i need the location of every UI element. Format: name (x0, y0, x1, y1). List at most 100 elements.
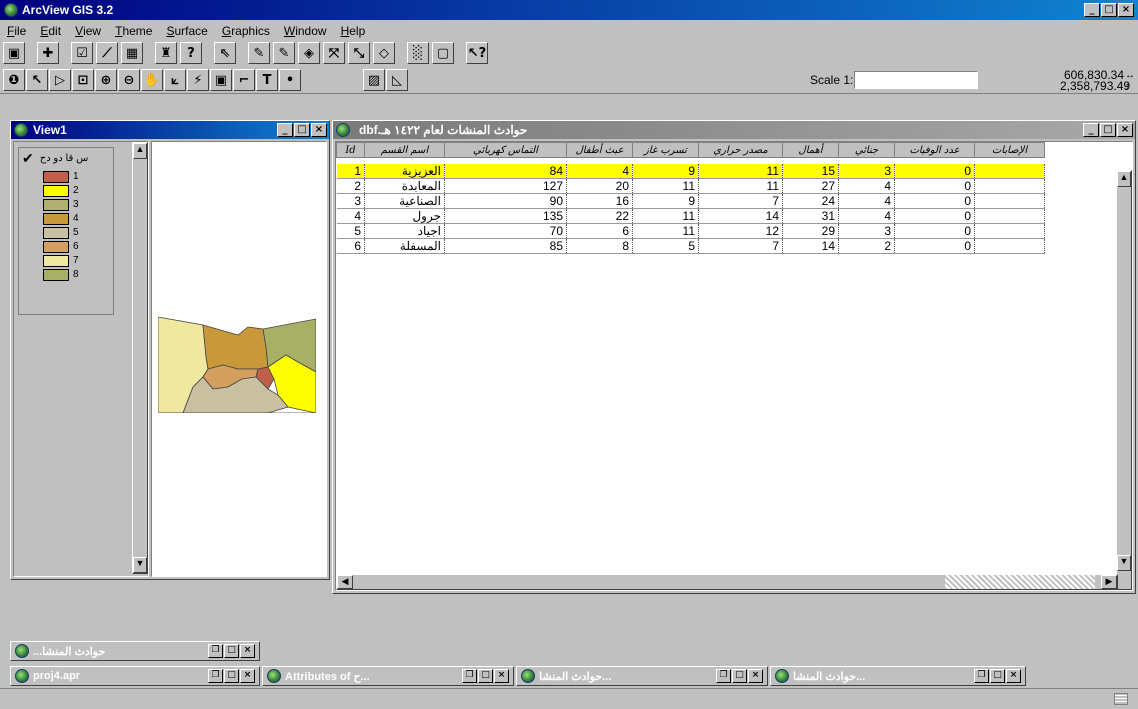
table-cell[interactable]: العزيزية (364, 163, 445, 179)
legend-entry[interactable]: 8 (43, 268, 113, 281)
toc-scroll-up-button[interactable]: ▲ (133, 143, 147, 159)
zoom-out-tool[interactable]: ⊖ (118, 69, 140, 91)
theme-entry[interactable]: ✔ س قا دو دح 1 2 3 4 5 6 7 8 (18, 147, 114, 315)
close-button[interactable]: × (494, 669, 509, 683)
maximize-button[interactable]: □ (1101, 3, 1117, 17)
minimized-close-button[interactable]: × (240, 644, 255, 658)
hatch-tool[interactable]: ▨ (363, 69, 385, 91)
table-cell[interactable]: 2 (336, 178, 365, 194)
table-cell[interactable]: 11 (632, 223, 699, 239)
table-cell[interactable] (974, 208, 1045, 224)
table-cell[interactable]: 85 (444, 238, 567, 254)
table-cell[interactable]: 14 (698, 208, 783, 224)
legend-entry[interactable]: 4 (43, 212, 113, 225)
table-cell[interactable]: 12 (698, 223, 783, 239)
minimized-window-tab[interactable]: حوادث المنشا... ❐ □ × (516, 666, 768, 686)
table-cell[interactable]: 0 (894, 208, 975, 224)
table-cell[interactable]: 6 (566, 223, 633, 239)
column-header[interactable]: اسم القسم (364, 142, 445, 158)
table-cell[interactable]: 70 (444, 223, 567, 239)
edit-legend-button[interactable]: ⟋ (96, 42, 118, 64)
table-cell[interactable]: 3 (336, 193, 365, 209)
table-cell[interactable]: 7 (698, 193, 783, 209)
table-scroll-up-button[interactable]: ▲ (1117, 171, 1131, 187)
menu-item-help[interactable]: Help (334, 22, 373, 38)
menu-item-surface[interactable]: Surface (159, 22, 214, 38)
locate-button[interactable]: ? (180, 42, 202, 64)
table-cell[interactable]: 11 (632, 208, 699, 224)
zoom-out-button[interactable]: ▢ (432, 42, 454, 64)
table-cell[interactable]: اجياد (364, 223, 445, 239)
table-cell[interactable]: 4 (838, 208, 895, 224)
table-cell[interactable]: 24 (782, 193, 839, 209)
close-button[interactable]: × (1118, 3, 1134, 17)
minimized-window-tab[interactable]: proj4.apr ❐ □ × (10, 666, 260, 686)
column-header[interactable]: Id (336, 142, 365, 158)
minimized-window-tab[interactable]: Attributes of ح... ❐ □ × (262, 666, 514, 686)
table-horizontal-scrollbar[interactable]: ◀ ▶ (336, 574, 1118, 590)
close-button[interactable]: × (1006, 669, 1021, 683)
table-cell[interactable]: 6 (336, 238, 365, 254)
table-cell[interactable]: 3 (838, 163, 895, 179)
table-cell[interactable]: 11 (698, 163, 783, 179)
minimize-button[interactable]: _ (1084, 3, 1100, 17)
snap-tool[interactable]: ◺ (386, 69, 408, 91)
table-cell[interactable]: 0 (894, 238, 975, 254)
table-cell[interactable] (974, 238, 1045, 254)
legend-entry[interactable]: 1 (43, 170, 113, 183)
table-scroll-left-button[interactable]: ◀ (337, 575, 353, 589)
zoom-in-button[interactable]: ░ (407, 42, 429, 64)
table-row[interactable]: 4 جرول 135 22 11 14 31 4 0 (336, 208, 1045, 224)
table-row[interactable]: 3 الصناعية 90 16 9 7 24 4 0 (336, 193, 1045, 209)
table-cell[interactable]: 127 (444, 178, 567, 194)
close-button[interactable]: × (748, 669, 763, 683)
menu-item-window[interactable]: Window (277, 22, 334, 38)
menu-item-file[interactable]: File (0, 22, 33, 38)
map-canvas[interactable] (151, 141, 327, 577)
table-cell[interactable]: 7 (698, 238, 783, 254)
restore-button[interactable]: ❐ (974, 669, 989, 683)
table-cell[interactable]: 3 (838, 223, 895, 239)
table-cell[interactable]: جرول (364, 208, 445, 224)
table-cell[interactable]: 11 (698, 178, 783, 194)
column-header[interactable]: أهمال (782, 142, 839, 158)
table-cell[interactable]: 0 (894, 223, 975, 239)
table-cell[interactable]: 9 (632, 163, 699, 179)
clear-selection-button[interactable]: ◈ (298, 42, 320, 64)
add-theme-button[interactable]: ✚ (37, 42, 59, 64)
table-maximize-button[interactable]: □ (1100, 123, 1116, 137)
hotlink-tool[interactable]: ⚡ (187, 69, 209, 91)
zoom-selected-button[interactable]: ◇ (373, 42, 395, 64)
table-cell[interactable]: المسفلة (364, 238, 445, 254)
toc-scrollbar[interactable]: ▲ ▼ (132, 142, 148, 574)
save-project-button[interactable]: ▣ (3, 42, 25, 64)
table-cell[interactable]: 27 (782, 178, 839, 194)
label-tool[interactable]: ⌐ (233, 69, 255, 91)
column-header[interactable]: مصدر حراري (698, 142, 783, 158)
table-cell[interactable]: 14 (782, 238, 839, 254)
column-header[interactable]: التماس كهربائي (444, 142, 567, 158)
minimized-restore-button[interactable]: ❐ (208, 644, 223, 658)
minimized-window-tab[interactable]: حوادث المنشا... ❐ □ × (770, 666, 1026, 686)
table-cell[interactable]: الصناعية (364, 193, 445, 209)
table-cell[interactable]: 15 (782, 163, 839, 179)
view-maximize-button[interactable]: □ (294, 123, 310, 137)
table-cell[interactable]: 4 (566, 163, 633, 179)
query-builder-button[interactable]: ⇖ (214, 42, 236, 64)
zoom-full-extent-button[interactable]: ⤧ (323, 42, 345, 64)
column-header[interactable]: جنائي (838, 142, 895, 158)
table-cell[interactable]: 31 (782, 208, 839, 224)
table-cell[interactable]: 20 (566, 178, 633, 194)
identify-tool[interactable]: ❶ (3, 69, 25, 91)
toc-scroll-down-button[interactable]: ▼ (133, 557, 147, 573)
table-cell[interactable]: 0 (894, 163, 975, 179)
maximize-button[interactable]: □ (478, 669, 493, 683)
table-cell[interactable]: 4 (336, 208, 365, 224)
table-cell[interactable] (974, 193, 1045, 209)
zoom-in-tool[interactable]: ⊕ (95, 69, 117, 91)
menu-item-view[interactable]: View (68, 22, 108, 38)
theme-visible-checkbox[interactable]: ✔ (22, 150, 34, 167)
table-cell[interactable] (974, 223, 1045, 239)
minimized-window[interactable]: حوادث المنشا... ❐ □ × (10, 641, 260, 661)
table-row[interactable]: 1 العزيزية 84 4 9 11 15 3 0 (336, 163, 1045, 179)
